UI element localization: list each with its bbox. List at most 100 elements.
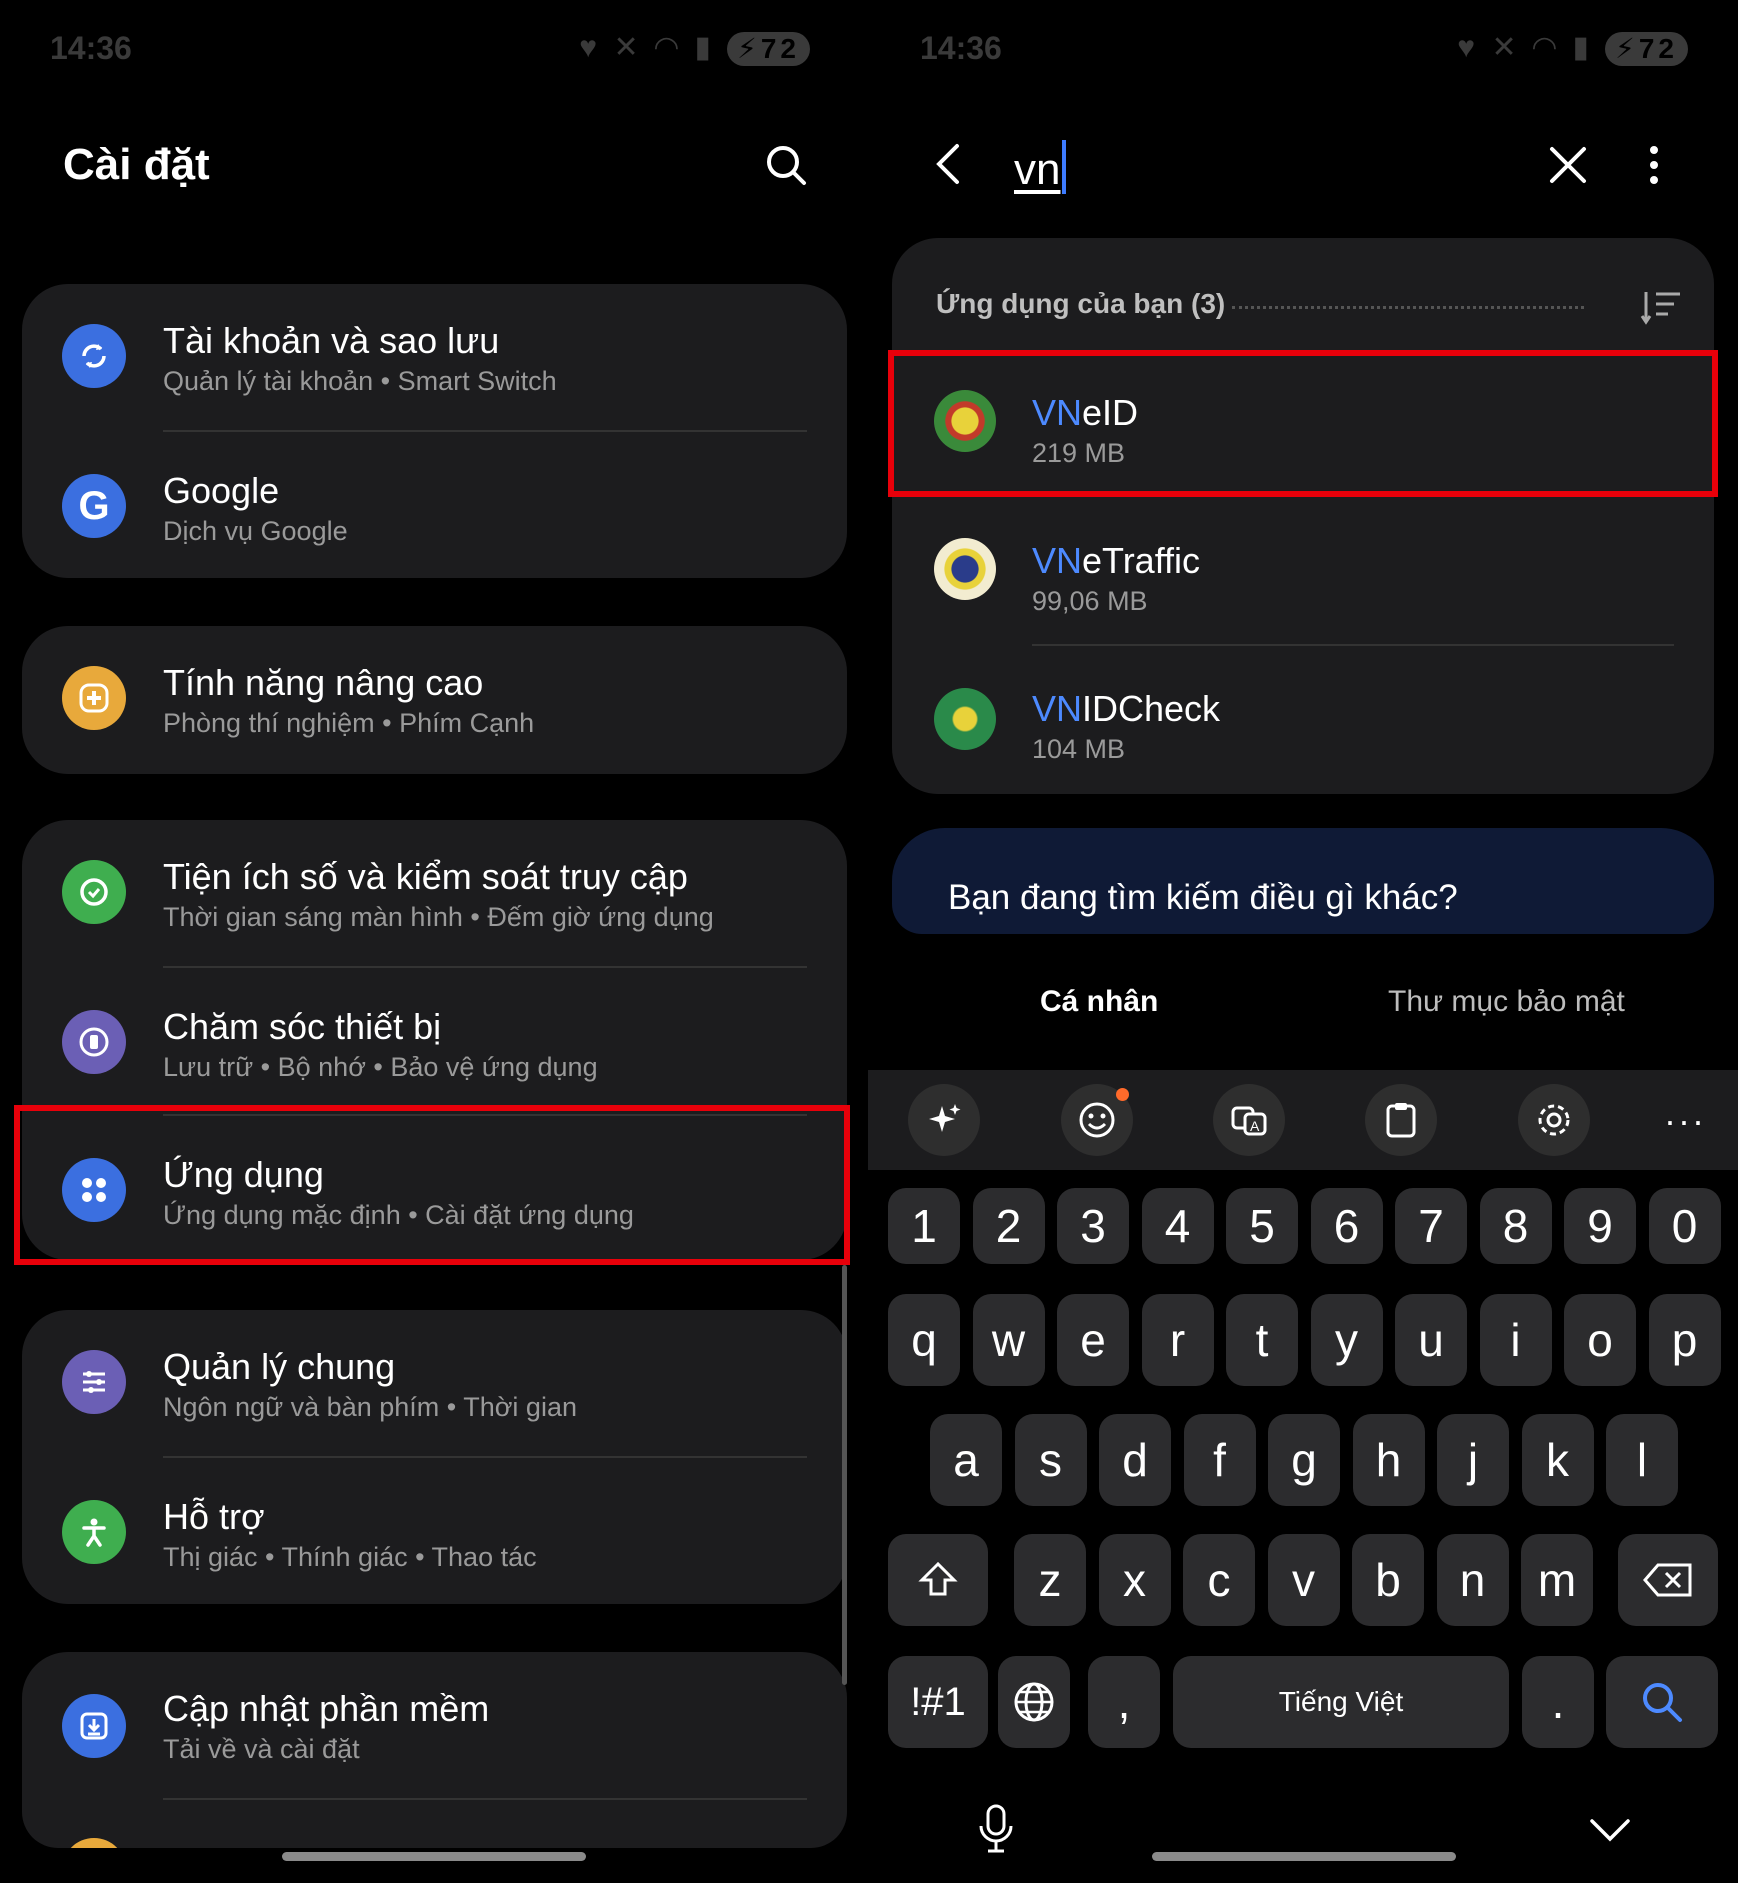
settings-item-title: Tiện ích số và kiểm soát truy cập	[163, 856, 688, 897]
settings-item-accounts-backup[interactable]: Tài khoản và sao lưu Quản lý tài khoản •…	[22, 284, 847, 432]
key-5[interactable]: 5	[1226, 1188, 1298, 1264]
dotted-separator	[1232, 306, 1584, 309]
battery-icon: ⚡72	[727, 32, 810, 67]
scrollbar[interactable]	[842, 1265, 847, 1685]
app-size: 104 MB	[1032, 734, 1126, 764]
settings-item-digital-wellbeing[interactable]: Tiện ích số và kiểm soát truy cập Thời g…	[22, 820, 847, 968]
settings-item-subtitle: Ngôn ngữ và bàn phím • Thời gian	[163, 1392, 577, 1422]
key-4[interactable]: 4	[1141, 1188, 1214, 1264]
battery-icon: ⚡72	[1605, 32, 1688, 67]
match-highlight: VN	[1032, 688, 1083, 729]
sort-icon[interactable]	[1632, 278, 1692, 338]
more-tools-icon[interactable]: ···	[1664, 1100, 1706, 1142]
tab-personal[interactable]: Cá nhân	[1040, 985, 1158, 1019]
key-7[interactable]: 7	[1395, 1188, 1467, 1264]
shift-key[interactable]	[888, 1534, 988, 1626]
key-1[interactable]: 1	[888, 1188, 960, 1264]
status-bar: 14:36 ♥ ✕ ◠ ▮ ⚡72	[868, 28, 1738, 68]
home-indicator[interactable]	[282, 1852, 586, 1861]
key-o[interactable]: o	[1564, 1294, 1636, 1386]
settings-group-update: Cập nhật phần mềm Tải về và cài đặt	[22, 1652, 847, 1848]
emoji-icon[interactable]	[1061, 1084, 1133, 1156]
key-y[interactable]: y	[1310, 1294, 1383, 1386]
key-p[interactable]: p	[1648, 1294, 1721, 1386]
hide-keyboard-icon[interactable]	[1588, 1815, 1632, 1850]
key-c[interactable]: c	[1183, 1534, 1255, 1626]
key-a[interactable]: a	[930, 1414, 1002, 1506]
key-m[interactable]: m	[1521, 1534, 1593, 1626]
search-enter-key[interactable]	[1606, 1656, 1718, 1748]
microphone-icon[interactable]	[976, 1804, 1016, 1859]
search-query: vn	[1014, 145, 1061, 194]
key-h[interactable]: h	[1352, 1414, 1425, 1506]
space-key[interactable]: Tiếng Việt	[1173, 1656, 1509, 1748]
key-i[interactable]: i	[1479, 1294, 1552, 1386]
download-icon	[62, 1694, 126, 1758]
app-result-vnetraffic[interactable]: VNeTraffic 99,06 MB	[892, 502, 1714, 650]
key-3[interactable]: 3	[1057, 1188, 1129, 1264]
key-g[interactable]: g	[1268, 1414, 1340, 1506]
page-title: Cài đặt	[63, 140, 210, 189]
key-f[interactable]: f	[1183, 1414, 1256, 1506]
key-l[interactable]: l	[1606, 1414, 1678, 1506]
key-2[interactable]: 2	[972, 1188, 1045, 1264]
back-icon[interactable]	[918, 134, 978, 194]
key-t[interactable]: t	[1226, 1294, 1298, 1386]
app-result-vnidcheck[interactable]: VNIDCheck 104 MB	[892, 648, 1714, 794]
key-x[interactable]: x	[1098, 1534, 1171, 1626]
symbols-key[interactable]: !#1	[888, 1656, 988, 1748]
home-indicator[interactable]	[1152, 1852, 1456, 1861]
divider	[1032, 644, 1674, 646]
tab-secure-folder[interactable]: Thư mục bảo mật	[1388, 985, 1625, 1019]
key-n[interactable]: n	[1436, 1534, 1509, 1626]
backspace-key[interactable]	[1618, 1534, 1718, 1626]
key-u[interactable]: u	[1395, 1294, 1467, 1386]
settings-item-general-management[interactable]: Quản lý chung Ngôn ngữ và bàn phím • Thờ…	[22, 1310, 847, 1458]
gear-icon[interactable]	[1518, 1084, 1590, 1156]
clipboard-icon[interactable]	[1365, 1084, 1437, 1156]
search-input[interactable]: vn	[1014, 140, 1067, 195]
more-options-icon[interactable]	[1624, 135, 1684, 195]
settings-item-software-update[interactable]: Cập nhật phần mềm Tải về và cài đặt	[22, 1652, 847, 1800]
key-e[interactable]: e	[1057, 1294, 1129, 1386]
key-q[interactable]: q	[888, 1294, 960, 1386]
key-v[interactable]: v	[1267, 1534, 1340, 1626]
settings-item-subtitle: Tải về và cài đặt	[163, 1734, 360, 1764]
settings-item-title: Chăm sóc thiết bị	[163, 1006, 442, 1047]
settings-item-accessibility[interactable]: Hỗ trợ Thị giác • Thính giác • Thao tác	[22, 1458, 847, 1604]
key-b[interactable]: b	[1352, 1534, 1424, 1626]
sliders-icon	[62, 1350, 126, 1414]
key-d[interactable]: d	[1099, 1414, 1171, 1506]
keyboard-toolbar: A ···	[868, 1070, 1738, 1170]
comma-key[interactable]: ,	[1088, 1656, 1160, 1748]
status-bar: 14:36 ♥ ✕ ◠ ▮ ⚡72	[0, 28, 868, 68]
key-6[interactable]: 6	[1310, 1188, 1383, 1264]
notification-dot	[1116, 1088, 1129, 1101]
google-g-icon: G	[62, 474, 126, 538]
status-time: 14:36	[50, 30, 132, 66]
text-cursor	[1062, 140, 1067, 194]
clear-icon[interactable]	[1538, 135, 1598, 195]
period-key[interactable]: .	[1522, 1656, 1594, 1748]
key-k[interactable]: k	[1521, 1414, 1594, 1506]
key-8[interactable]: 8	[1479, 1188, 1552, 1264]
language-globe-key[interactable]	[998, 1656, 1070, 1748]
search-icon[interactable]	[756, 135, 816, 195]
key-w[interactable]: w	[972, 1294, 1045, 1386]
key-0[interactable]: 0	[1648, 1188, 1721, 1264]
translate-icon[interactable]: A	[1213, 1084, 1285, 1156]
settings-item-google[interactable]: G Google Dịch vụ Google	[22, 432, 847, 578]
key-j[interactable]: j	[1437, 1414, 1509, 1506]
settings-item-advanced-features[interactable]: Tính năng nâng cao Phòng thí nghiệm • Ph…	[22, 626, 847, 774]
settings-item-device-care[interactable]: Chăm sóc thiết bị Lưu trữ • Bộ nhớ • Bảo…	[22, 968, 847, 1116]
settings-item-subtitle: Dịch vụ Google	[163, 516, 348, 546]
highlight-box	[14, 1105, 850, 1265]
key-s[interactable]: s	[1014, 1414, 1087, 1506]
ai-sparkle-icon[interactable]	[908, 1084, 980, 1156]
suggestion-banner[interactable]: Bạn đang tìm kiếm điều gì khác?	[892, 828, 1714, 934]
digital-wellbeing-icon	[62, 860, 126, 924]
key-r[interactable]: r	[1141, 1294, 1214, 1386]
key-9[interactable]: 9	[1564, 1188, 1636, 1264]
key-z[interactable]: z	[1014, 1534, 1086, 1626]
app-name: VNeTraffic	[1032, 540, 1200, 582]
